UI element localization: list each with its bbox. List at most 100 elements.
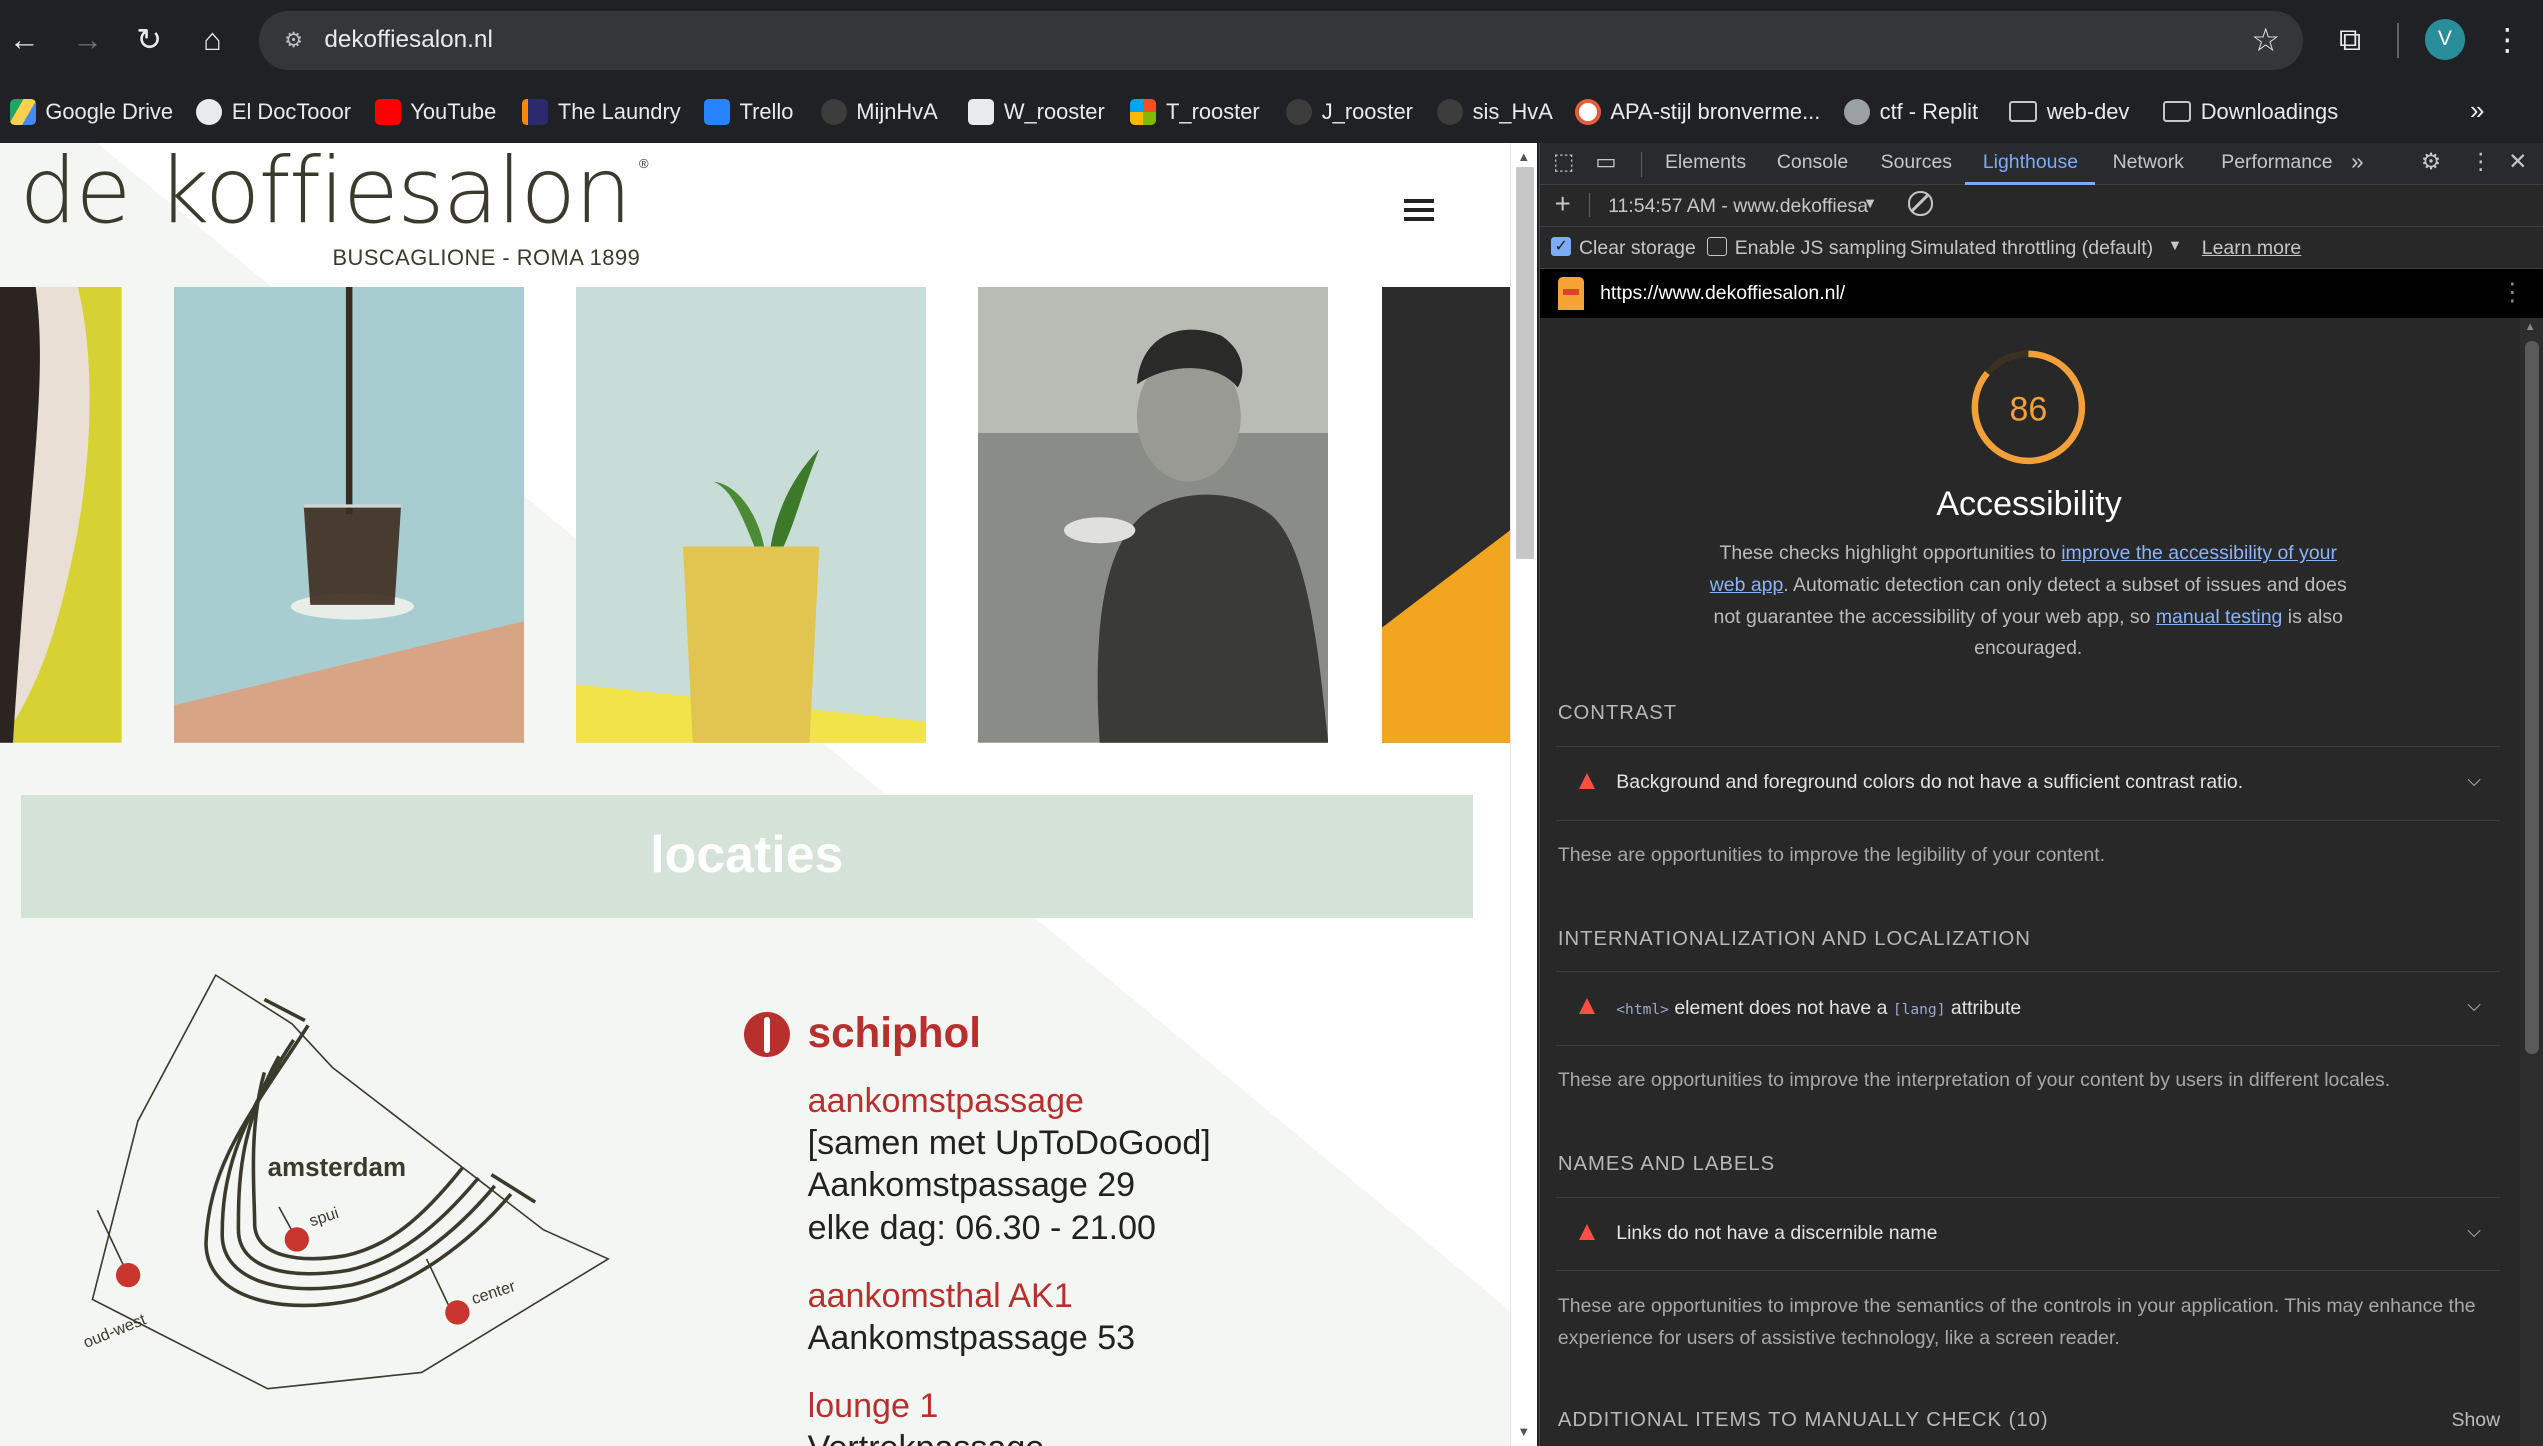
expand-chevron-icon[interactable]: ⌵ (2467, 770, 2481, 791)
bookmark-sis-hva[interactable]: sis_HvA (1436, 92, 1553, 131)
scroll-down-arrow-icon[interactable]: ▼ (1517, 1424, 1530, 1439)
devtools-panel: ⬚ ▭ Elements Console Sources Lighthouse … (1539, 142, 2543, 1446)
lighthouse-options: ✓ Clear storage Enable JS sampling Simul… (1540, 227, 2543, 270)
pin-spui[interactable] (284, 1226, 309, 1252)
youtube-icon (374, 98, 401, 125)
scroll-up-arrow-icon[interactable]: ▲ (1517, 149, 1530, 164)
entry-aankomsthal: aankomsthal AK1 Aankomstpassage 53 (808, 1275, 1489, 1359)
audit-html-lang[interactable]: <html> element does not have a [lang] at… (1556, 971, 2501, 1047)
clear-storage-checkbox[interactable]: ✓ (1551, 236, 1571, 257)
tab-performance[interactable]: Performance (2221, 151, 2332, 174)
bookmark-youtube[interactable]: YouTube (374, 92, 496, 131)
clear-storage-label: Clear storage (1579, 236, 1696, 259)
bookmark-label: web-dev (2046, 98, 2130, 124)
pin-center[interactable] (445, 1299, 470, 1325)
site-info-icon[interactable]: ⚙ (279, 26, 308, 55)
bookmark-j-rooster[interactable]: J_rooster (1286, 92, 1413, 131)
more-tabs-chevron-icon[interactable]: » (2351, 148, 2364, 175)
back-icon[interactable]: ← (5, 21, 44, 60)
bookmark-t-rooster[interactable]: T_rooster (1130, 92, 1260, 131)
toolbar-divider (2397, 22, 2399, 59)
tab-elements[interactable]: Elements (1665, 151, 1746, 174)
clear-reports-icon[interactable] (1908, 191, 1933, 216)
fail-triangle-icon (1578, 773, 1595, 789)
address-bar[interactable]: ⚙ dekoffiesalon.nl ☆ (259, 11, 2303, 70)
map-city-label: amsterdam (268, 1154, 406, 1182)
bookmark-ctf-replit[interactable]: ctf - Replit (1843, 92, 1978, 131)
new-report-plus-icon[interactable]: + (1555, 188, 1571, 220)
profile-avatar[interactable]: V (2424, 19, 2466, 60)
page-scrollbar[interactable]: ▲ ▼ (1509, 142, 1538, 1446)
amsterdam-map[interactable]: amsterdam spui center oud-west (73, 967, 624, 1405)
home-icon[interactable]: ⌂ (193, 21, 232, 60)
report-body: 86 Accessibility These checks highlight … (1540, 318, 2520, 1446)
manual-check-title[interactable]: ADDITIONAL ITEMS TO MANUALLY CHECK (10) (1558, 1409, 2049, 1432)
photo-carousel[interactable] (0, 287, 1510, 743)
page-scroll-thumb[interactable] (1515, 167, 1534, 560)
scroll-up-arrow-icon[interactable]: ▲ (2525, 321, 2536, 333)
reload-icon[interactable]: ↻ (130, 21, 169, 60)
learn-more-link[interactable]: Learn more (2202, 237, 2301, 260)
lighthouse-toolbar: + 11:54:57 AM - www.dekoffiesa ▼ (1540, 184, 2543, 228)
bookmark-folder-web-dev[interactable]: web-dev (2009, 92, 2129, 131)
tab-sources[interactable]: Sources (1881, 151, 1952, 174)
menu-kebab-icon[interactable]: ⋮ (2488, 21, 2527, 60)
more-bookmarks-chevron-icon[interactable]: » (2470, 92, 2484, 131)
bookmark-label: Trello (739, 98, 794, 124)
tab-network[interactable]: Network (2113, 151, 2184, 174)
throttling-select[interactable]: Simulated throttling (default) (1910, 237, 2153, 260)
inspect-element-icon[interactable]: ⬚ (1553, 148, 1574, 175)
devtools-kebab-icon[interactable]: ⋮ (2469, 148, 2492, 175)
devtools-scroll-thumb[interactable] (2524, 340, 2540, 1055)
pin-oud-west[interactable] (115, 1262, 141, 1287)
tab-console[interactable]: Console (1777, 151, 1848, 174)
location-title: schiphol (807, 1008, 981, 1056)
audit-title: Background and foreground colors do not … (1616, 771, 2244, 794)
bookmark-star-icon[interactable]: ☆ (2251, 21, 2280, 59)
code-lang: [lang] (1892, 1000, 1946, 1018)
carousel-photo-partial[interactable] (1381, 287, 1510, 743)
carousel-photo-iced-tea[interactable] (575, 287, 927, 743)
entry-line: [samen met UpToDoGood] (807, 1124, 1211, 1163)
bookmark-w-rooster[interactable]: W_rooster (968, 92, 1105, 131)
bookmark-trello[interactable]: Trello (703, 92, 794, 131)
audit-title: <html> element does not have a [lang] at… (1616, 997, 2021, 1020)
tab-lighthouse[interactable]: Lighthouse (1983, 151, 2078, 174)
device-toolbar-icon[interactable]: ▭ (1595, 148, 1616, 175)
expand-chevron-icon[interactable]: ⌵ (2467, 1221, 2481, 1242)
group-description: These are opportunities to improve the s… (1557, 1294, 2476, 1349)
bookmark-label: Downloadings (2200, 98, 2339, 124)
audit-link-name[interactable]: Links do not have a discernible name ⌵ (1556, 1196, 2501, 1272)
bookmark-mijnhva[interactable]: MijnHvA (820, 92, 938, 131)
report-select-caret-icon[interactable]: ▼ (1863, 196, 1877, 212)
locaties-banner: locaties (21, 794, 1473, 918)
location-entries: aankomstpassage [samen met UpToDoGood] A… (808, 1080, 1489, 1446)
logo[interactable]: de koffiesalon BUSCAGLIONE - ROMA 1899 ® (19, 143, 668, 279)
url-text: dekoffiesalon.nl (324, 25, 493, 53)
throttling-caret-icon[interactable]: ▼ (2168, 238, 2182, 254)
devtools-scrollbar[interactable]: ▲ (2519, 317, 2543, 1446)
rooster-icon (968, 98, 995, 125)
bookmark-the-laundry[interactable]: The Laundry (522, 92, 681, 131)
extensions-icon[interactable]: ⧉ (2331, 21, 2370, 60)
carousel-photo-iced-coffee[interactable] (173, 287, 524, 743)
show-manual-items-button[interactable]: Show (2452, 1409, 2501, 1432)
bookmark-el-doctooor[interactable]: El DocTooor (196, 92, 351, 131)
bookmark-apa[interactable]: APA-stijl bronverme... (1574, 92, 1820, 131)
carousel-photo-man-with-coffee[interactable] (977, 287, 1329, 743)
entry-lounge-1: lounge 1 Vertrekpassage (808, 1385, 1489, 1446)
bookmark-folder-downloadings[interactable]: Downloadings (2163, 92, 2338, 131)
close-devtools-icon[interactable]: ✕ (2508, 148, 2527, 175)
js-sampling-checkbox[interactable] (1707, 236, 1727, 257)
bookmark-google-drive[interactable]: Google Drive (9, 92, 173, 131)
report-menu-kebab-icon[interactable]: ⋮ (2500, 277, 2524, 307)
manual-testing-link[interactable]: manual testing (2156, 606, 2283, 628)
report-selector[interactable]: 11:54:57 AM - www.dekoffiesa (1608, 195, 1868, 218)
carousel-photo-portrait[interactable] (0, 287, 122, 743)
forward-icon[interactable]: → (68, 21, 107, 60)
audit-color-contrast[interactable]: Background and foreground colors do not … (1556, 745, 2501, 821)
audit-title: Links do not have a discernible name (1616, 1222, 1938, 1245)
settings-gear-icon[interactable]: ⚙ (2421, 148, 2441, 175)
hamburger-menu-icon[interactable] (1404, 199, 1434, 221)
expand-chevron-icon[interactable]: ⌵ (2467, 995, 2481, 1016)
